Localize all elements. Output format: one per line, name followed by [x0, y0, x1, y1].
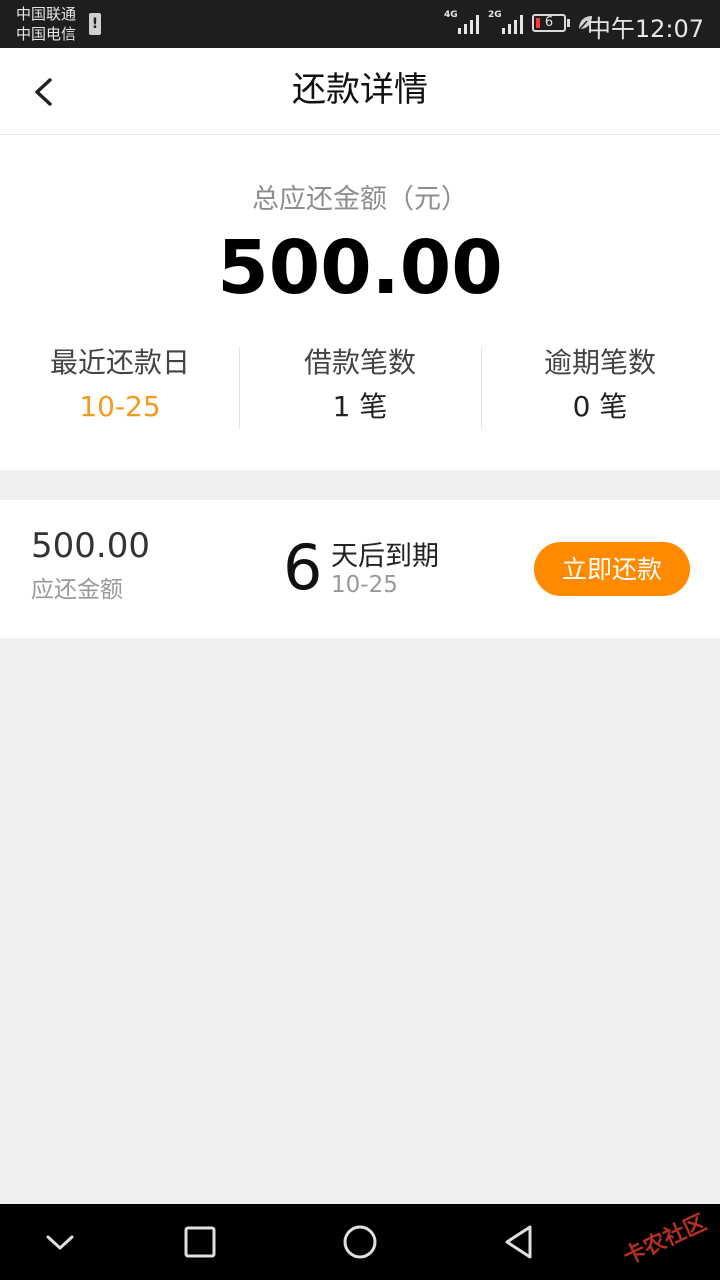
battery-icon: 6 — [532, 14, 566, 32]
stat-value: 1 笔 — [332, 390, 388, 423]
total-amount: 500.00 — [217, 225, 503, 311]
battery-level: 6 — [544, 15, 554, 30]
days-until-due-label: 天后到期 — [331, 541, 439, 572]
recent-apps-icon[interactable] — [180, 1222, 220, 1262]
carrier-2: 中国电信 — [16, 25, 77, 43]
repayment-amount-label: 应还金额 — [31, 577, 123, 603]
repayment-item: 500.00 应还金额 6 天后到期 10-25 立即还款 — [0, 500, 720, 638]
due-date: 10-25 — [331, 572, 398, 598]
repayment-amount: 500.00 — [31, 526, 150, 566]
signal-icon — [502, 15, 523, 34]
stat-value: 10-25 — [79, 390, 161, 423]
repay-now-button[interactable]: 立即还款 — [534, 542, 690, 596]
signal-icon — [458, 15, 479, 34]
carrier-1: 中国联通 — [16, 5, 77, 23]
stat-value: 0 笔 — [572, 390, 628, 423]
nav-bar: 还款详情 — [0, 48, 720, 135]
system-nav-bar: 卡农社区 — [0, 1204, 720, 1280]
days-until-due: 6 — [283, 531, 323, 604]
stat-label: 借款笔数 — [303, 346, 416, 379]
page-title: 还款详情 — [292, 70, 428, 110]
stat-label: 最近还款日 — [49, 346, 190, 379]
stat-label: 逾期笔数 — [543, 346, 656, 379]
chevron-down-icon[interactable] — [40, 1222, 80, 1262]
status-bar: 中国联通 中国电信 ! 4G 2G 6 中午12:07 — [0, 0, 720, 48]
stat-recent-due-date: 最近还款日 10-25 — [0, 345, 240, 425]
sim-alert-icon: ! — [89, 13, 101, 35]
summary-card: 总应还金额（元） 500.00 最近还款日 10-25 借款笔数 1 笔 逾期笔… — [0, 135, 720, 470]
watermark-logo: 卡农社区 — [619, 1210, 711, 1271]
stat-overdue-count: 逾期笔数 0 笔 — [480, 345, 720, 425]
battery-tip — [567, 19, 570, 27]
stat-loan-count: 借款笔数 1 笔 — [240, 345, 480, 425]
battery-level-fill — [536, 18, 540, 28]
carrier-info: 中国联通 中国电信 — [16, 4, 76, 44]
total-amount-label: 总应还金额（元） — [252, 184, 468, 215]
back-triangle-icon[interactable] — [500, 1222, 540, 1262]
home-icon[interactable] — [340, 1222, 380, 1262]
clock: 中午12:07 — [586, 15, 704, 43]
